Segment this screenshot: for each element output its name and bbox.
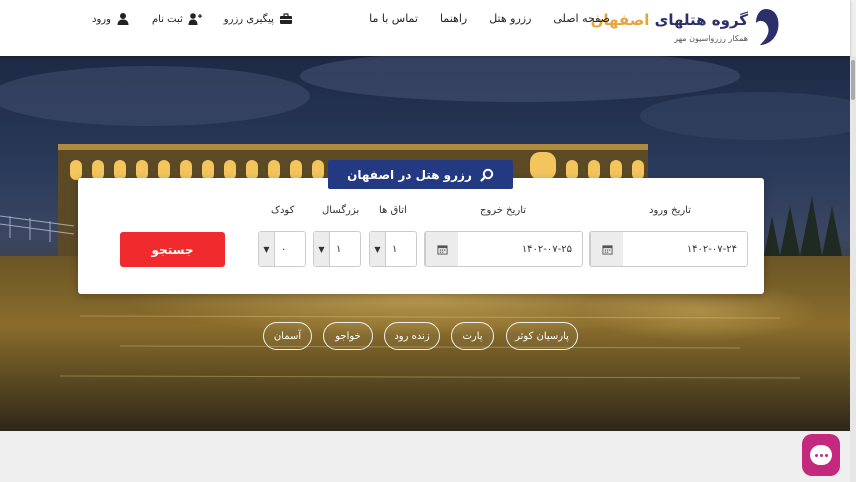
login-label: ورود bbox=[92, 13, 111, 25]
booking-tab[interactable]: رزرو هتل در اصفهان bbox=[328, 160, 513, 189]
rooms-label: اتاق ها bbox=[379, 205, 407, 216]
hotel-chip-khaju[interactable]: خواجو bbox=[323, 322, 373, 350]
checkout-date-value: ۱۴۰۲-۰۷-۲۵ bbox=[521, 243, 572, 255]
checkin-date-input[interactable]: ۱۴۰۲-۰۷-۲۴ bbox=[589, 231, 748, 267]
adults-select[interactable]: ▼ ۱ bbox=[313, 231, 361, 267]
nav-home[interactable]: صفحه اصلی bbox=[553, 12, 610, 25]
chevron-down-icon: ▼ bbox=[314, 232, 330, 266]
logo-subtitle: همکار رزرواسیون مهر bbox=[674, 34, 748, 43]
logo-title: گروه هتلهای اصفهان bbox=[591, 11, 748, 29]
calendar-icon bbox=[601, 244, 613, 255]
checkin-label: تاریخ ورود bbox=[649, 205, 692, 216]
rooms-select[interactable]: ▼ ۱ bbox=[369, 231, 417, 267]
site-logo[interactable]: گروه هتلهای اصفهان همکار رزرواسیون مهر bbox=[591, 5, 779, 49]
chat-widget-button[interactable] bbox=[802, 434, 840, 476]
checkout-label: تاریخ خروج bbox=[480, 205, 527, 216]
hotel-chip-aseman[interactable]: آسمان bbox=[263, 322, 312, 350]
hotel-chip-parsian-kowsar[interactable]: پارسیان کوثر bbox=[506, 322, 578, 350]
page-scrollbar[interactable] bbox=[850, 56, 856, 482]
register-label: ثبت نام bbox=[151, 13, 183, 25]
booking-tab-label: رزرو هتل در اصفهان bbox=[347, 167, 472, 182]
hotel-chip-zayandeh-rood[interactable]: زنده رود bbox=[384, 322, 440, 350]
adults-value: ۱ bbox=[336, 243, 342, 255]
chevron-down-icon: ▼ bbox=[370, 232, 386, 266]
site-header: گروه هتلهای اصفهان همکار رزرواسیون مهر ص… bbox=[0, 0, 850, 56]
rooms-value: ۱ bbox=[392, 243, 398, 255]
chat-icon bbox=[810, 445, 832, 465]
calendar-icon bbox=[436, 244, 448, 255]
children-select[interactable]: ▼ ۰ bbox=[258, 231, 306, 267]
search-button[interactable]: جستجو bbox=[120, 232, 225, 267]
checkout-calendar-button[interactable] bbox=[425, 232, 458, 266]
user-plus-icon bbox=[188, 13, 202, 25]
nav-hotel-booking[interactable]: رزرو هتل bbox=[489, 12, 531, 25]
checkout-date-input[interactable]: ۱۴۰۲-۰۷-۲۵ bbox=[424, 231, 583, 267]
briefcase-icon bbox=[279, 13, 292, 24]
user-icon bbox=[117, 13, 129, 25]
user-links: پیگیری رزرو ثبت نام ورود bbox=[92, 12, 293, 26]
scrollbar-thumb[interactable] bbox=[851, 60, 855, 100]
track-booking-label: پیگیری رزرو bbox=[223, 13, 274, 25]
nav-contact[interactable]: تماس با ما bbox=[369, 12, 418, 25]
main-nav: صفحه اصلی رزرو هتل راهنما تماس با ما bbox=[369, 12, 610, 25]
hotel-chip-part[interactable]: پارت bbox=[451, 322, 494, 350]
logo-emblem-icon bbox=[756, 9, 779, 45]
children-label: کودک bbox=[271, 205, 295, 216]
checkin-date-value: ۱۴۰۲-۰۷-۲۴ bbox=[686, 243, 737, 255]
search-icon bbox=[480, 168, 494, 182]
checkin-calendar-button[interactable] bbox=[590, 232, 623, 266]
chevron-down-icon: ▼ bbox=[259, 232, 275, 266]
logo-title-main: گروه هتلهای bbox=[654, 11, 748, 29]
login-link[interactable]: ورود bbox=[92, 12, 130, 26]
register-link[interactable]: ثبت نام bbox=[152, 12, 202, 26]
nav-guide[interactable]: راهنما bbox=[440, 12, 467, 25]
children-value: ۰ bbox=[281, 243, 287, 255]
adults-label: بزرگسال bbox=[322, 205, 360, 216]
track-booking-link[interactable]: پیگیری رزرو bbox=[224, 12, 293, 26]
